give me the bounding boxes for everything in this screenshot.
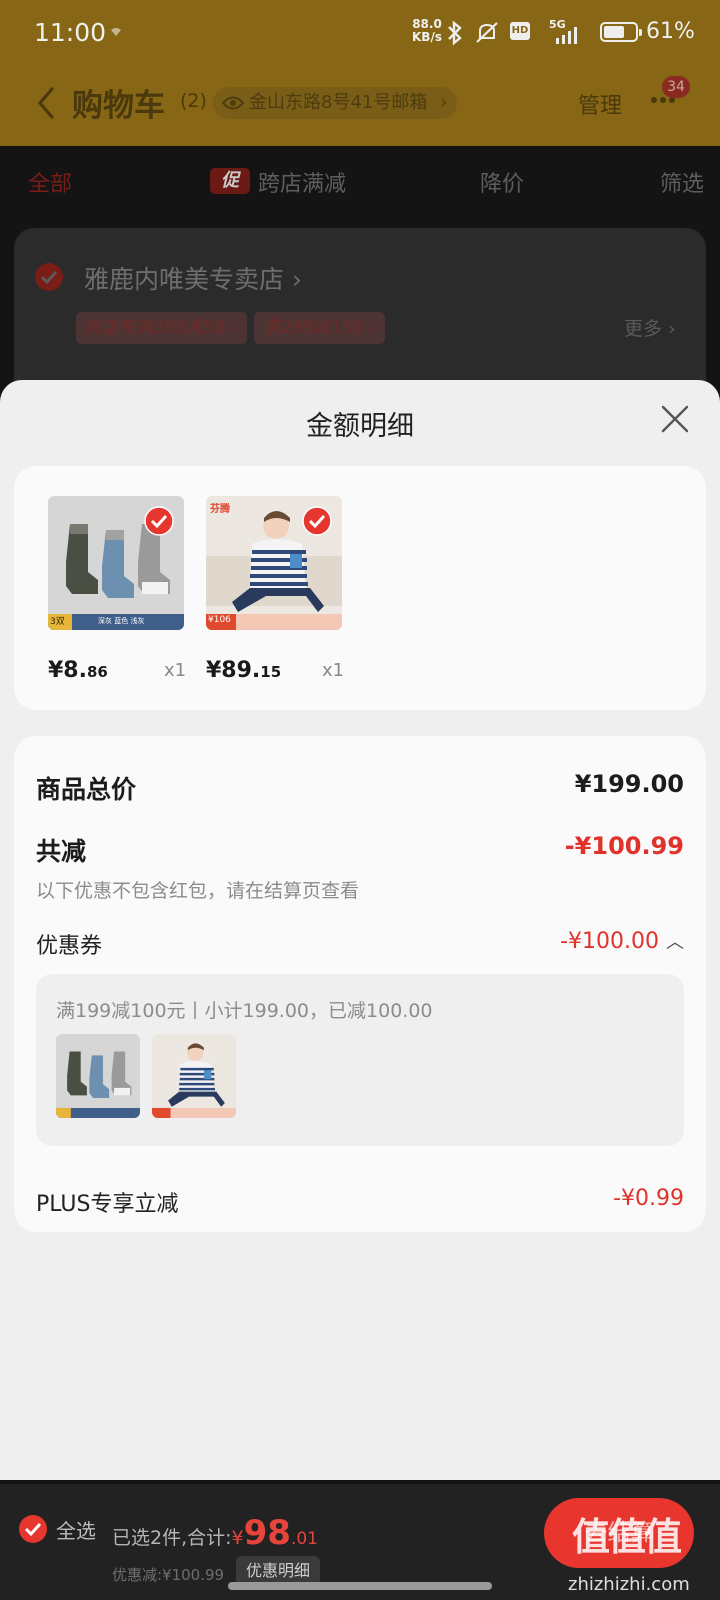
- filter-tabs: 全部 促 跨店满减 降价 筛选: [0, 150, 720, 210]
- hd-icon: HD: [510, 22, 530, 40]
- store-more-link[interactable]: 更多 ›: [624, 314, 676, 341]
- discount-note: 以下优惠不包含红包，请在结算页查看: [36, 880, 360, 902]
- watermark-logo: 值值值: [572, 1515, 682, 1559]
- total-value: ¥199.00: [574, 770, 684, 798]
- checkout-bar: 全选 已选2件,合计:¥98.01 优惠减:¥100.99 优惠明细 去结算 值…: [0, 1484, 720, 1600]
- manage-button[interactable]: 管理: [578, 88, 622, 120]
- product-price: ¥89.15: [206, 658, 282, 683]
- chevron-right-icon: ›: [440, 92, 448, 113]
- network-speed: 88.0 KB/s: [412, 17, 442, 44]
- battery-icon: [600, 22, 642, 42]
- battery-percent: 61%: [646, 19, 695, 44]
- tab-cross-store[interactable]: 跨店满减: [258, 166, 346, 198]
- coupon-label: 优惠券: [36, 934, 103, 959]
- coupon-description: 满199减100元丨小计199.00，已减100.00: [56, 1000, 433, 1022]
- discount-label: 共减: [36, 837, 87, 866]
- product-quantity: x1: [164, 660, 187, 681]
- bluetooth-icon: [448, 20, 462, 46]
- coupon-detail-box: 满199减100元丨小计199.00，已减100.00: [36, 974, 684, 1146]
- select-all-checkbox[interactable]: [18, 1514, 48, 1544]
- close-icon[interactable]: [660, 404, 690, 434]
- plus-value: -¥0.99: [613, 1186, 684, 1211]
- promo-icon: 促: [210, 168, 250, 194]
- coupon-item-image-socks: [56, 1034, 140, 1118]
- plus-label: PLUS专享立减: [36, 1192, 179, 1217]
- watermark-url: zhizhizhi.com: [568, 1574, 690, 1595]
- discount-summary: 优惠减:¥100.99: [112, 1566, 225, 1584]
- eye-icon: [222, 96, 244, 110]
- signal-icon: [556, 27, 577, 44]
- page-title: 购物车: [72, 88, 165, 124]
- select-all-label[interactable]: 全选: [56, 1515, 96, 1544]
- product-checked-icon[interactable]: [302, 506, 332, 536]
- coupon-value-toggle[interactable]: -¥100.00 ︿: [560, 928, 684, 954]
- store-promo-2[interactable]: 满299减150 ›: [254, 312, 386, 344]
- tab-filter[interactable]: 筛选: [660, 166, 704, 198]
- product-price: ¥8.86: [48, 658, 108, 683]
- sheet-title: 金额明细: [306, 411, 414, 442]
- store-promo-1[interactable]: 跨店每满300减50 ›: [76, 312, 248, 344]
- tab-all[interactable]: 全部: [28, 166, 72, 198]
- home-indicator[interactable]: [228, 1582, 492, 1590]
- amount-detail-sheet: 金额明细 3双 深灰 蓝色 浅灰 ¥8.86 x1 芬腾 ¥106 ¥89.15…: [0, 380, 720, 1480]
- brand-logo: 芬腾: [210, 504, 230, 515]
- header-area: 11:00 88.0 KB/s HD 5G 61% 购物车 (2) 金山东路8号…: [0, 0, 720, 146]
- product-list-card: 3双 深灰 蓝色 浅灰 ¥8.86 x1 芬腾 ¥106 ¥89.15 x1: [14, 466, 706, 710]
- total-label: 商品总价: [36, 775, 137, 804]
- store-name[interactable]: 雅鹿内唯美专卖店 ›: [84, 260, 302, 296]
- price-summary-card: 商品总价 ¥199.00 共减 -¥100.99 以下优惠不包含红包，请在结算页…: [14, 736, 706, 1232]
- message-badge: 34: [662, 76, 690, 98]
- coupon-item-image-pajamas: [152, 1034, 236, 1118]
- cart-count: (2): [180, 90, 207, 112]
- cart-header: 购物车 (2) 金山东路8号41号邮箱 › 管理 34: [0, 70, 720, 140]
- tab-price-drop[interactable]: 降价: [480, 166, 524, 198]
- back-icon[interactable]: [36, 86, 56, 120]
- status-bar: 11:00 88.0 KB/s HD 5G 61%: [0, 0, 720, 66]
- status-time: 11:00: [34, 18, 107, 47]
- selected-total: 已选2件,合计:¥98.01: [112, 1513, 318, 1553]
- address-text: 金山东路8号41号邮箱: [249, 92, 428, 113]
- mute-icon: [476, 22, 498, 43]
- chevron-up-icon: ︿: [666, 932, 684, 953]
- product-quantity: x1: [322, 660, 345, 681]
- wifi-icon: [111, 28, 121, 36]
- discount-value: -¥100.99: [564, 832, 684, 860]
- address-selector[interactable]: 金山东路8号41号邮箱 ›: [213, 87, 458, 119]
- store-checkbox[interactable]: [34, 262, 64, 292]
- product-checked-icon[interactable]: [144, 506, 174, 536]
